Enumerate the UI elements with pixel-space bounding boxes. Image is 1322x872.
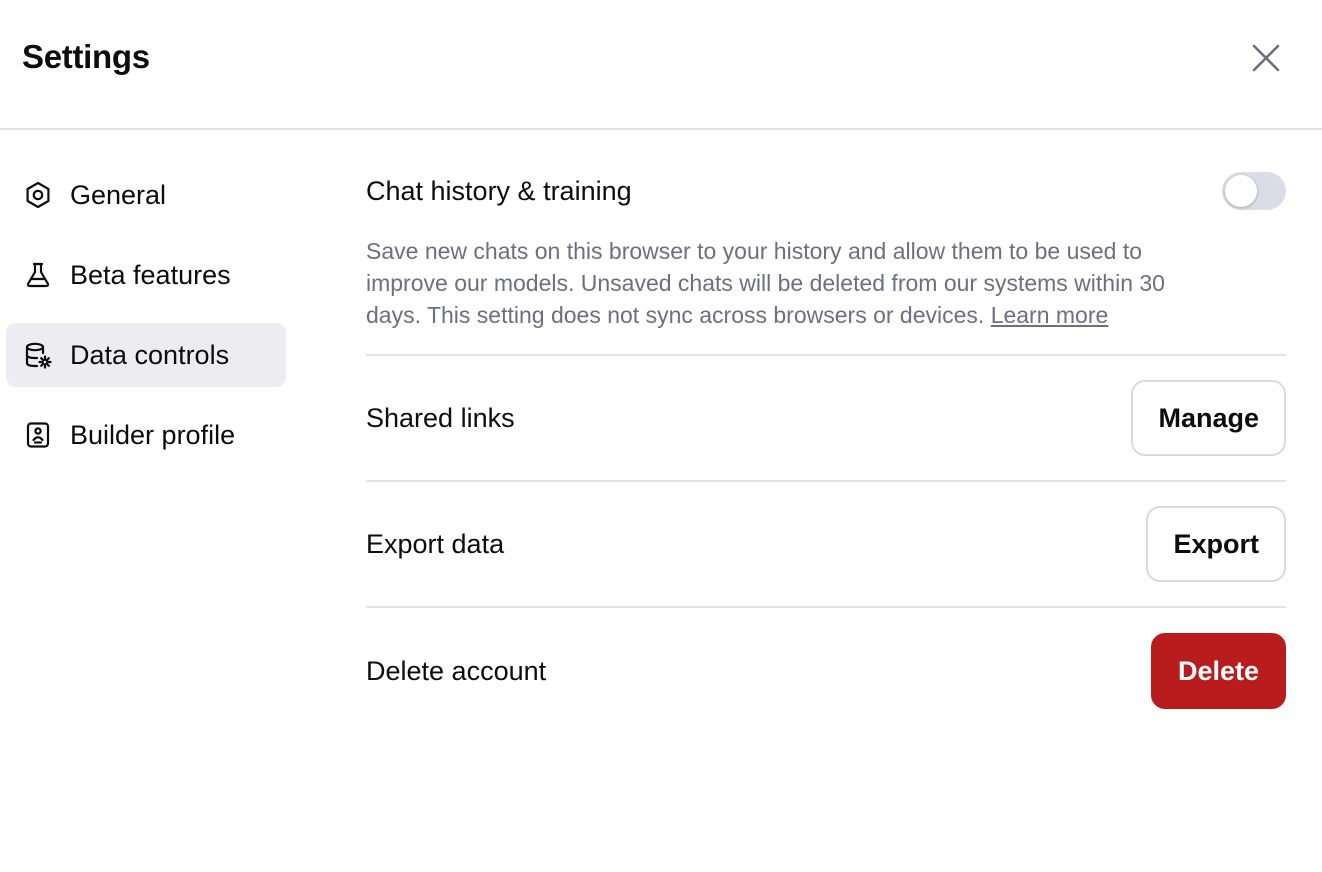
shared-links-row: Shared links Manage — [366, 356, 1286, 482]
settings-sidebar: General Beta features Data controls Buil… — [6, 163, 286, 483]
shared-links-title: Shared links — [366, 402, 515, 433]
export-data-row: Export data Export — [366, 482, 1286, 608]
gear-icon — [24, 181, 52, 209]
sidebar-item-label: General — [70, 179, 167, 210]
id-badge-icon — [24, 421, 52, 449]
chat-history-toggle[interactable] — [1222, 172, 1286, 210]
flask-icon — [24, 261, 52, 289]
export-data-title: Export data — [366, 528, 505, 559]
delete-button[interactable]: Delete — [1150, 633, 1286, 709]
page-title: Settings — [22, 38, 150, 75]
chat-history-section: Chat history & training Save new chats o… — [366, 160, 1286, 356]
sidebar-item-label: Beta features — [70, 259, 231, 290]
sidebar-item-data-controls[interactable]: Data controls — [6, 323, 286, 387]
sidebar-item-builder-profile[interactable]: Builder profile — [6, 403, 286, 467]
chat-history-description: Save new chats on this browser to your h… — [366, 235, 1186, 331]
delete-account-title: Delete account — [366, 655, 547, 686]
learn-more-link[interactable]: Learn more — [991, 302, 1109, 328]
data-controls-panel: Chat history & training Save new chats o… — [366, 160, 1286, 734]
sidebar-item-label: Builder profile — [70, 419, 236, 450]
sidebar-item-beta-features[interactable]: Beta features — [6, 243, 286, 307]
toggle-knob — [1225, 175, 1257, 207]
manage-button[interactable]: Manage — [1131, 380, 1286, 456]
chat-history-title: Chat history & training — [366, 176, 632, 206]
database-gear-icon — [24, 341, 52, 369]
close-icon — [1252, 44, 1280, 72]
close-button[interactable] — [1246, 38, 1286, 78]
delete-account-row: Delete account Delete — [366, 608, 1286, 734]
export-button[interactable]: Export — [1146, 506, 1286, 582]
sidebar-item-general[interactable]: General — [6, 163, 286, 227]
sidebar-item-label: Data controls — [70, 339, 230, 370]
settings-header: Settings — [0, 0, 1322, 130]
